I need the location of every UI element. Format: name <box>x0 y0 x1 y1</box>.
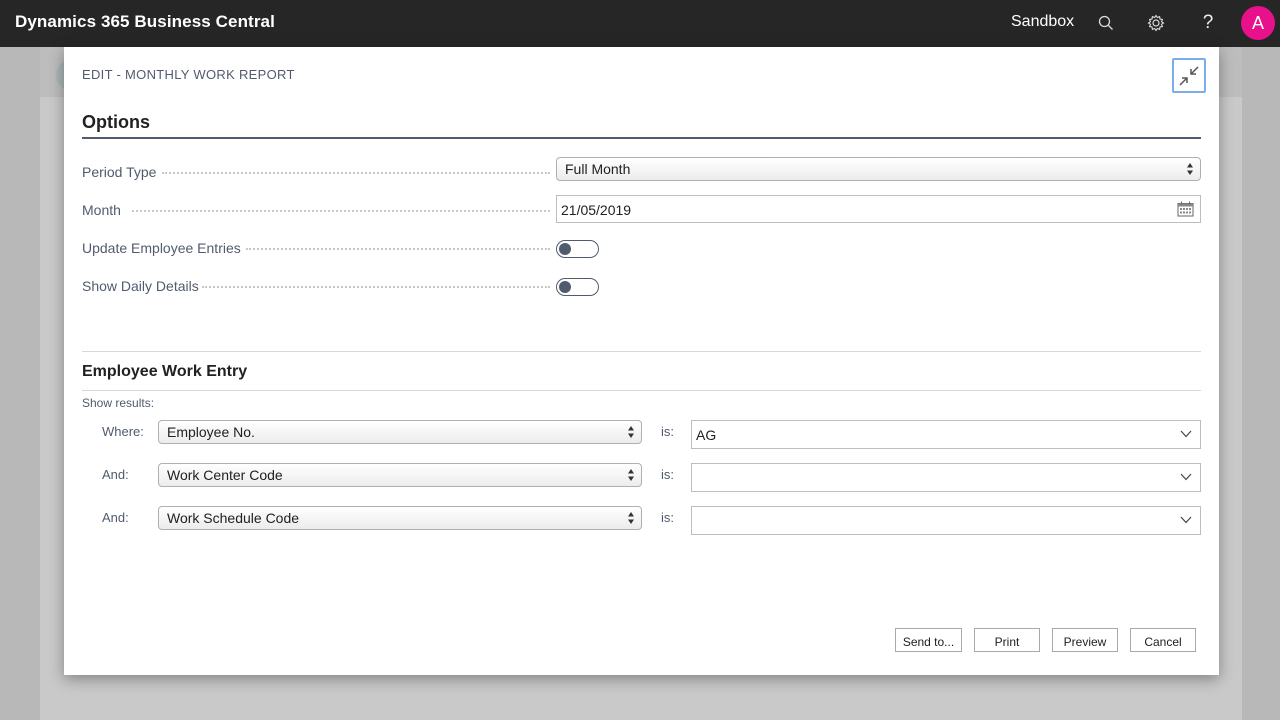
toggle-knob <box>559 281 571 293</box>
filter-field-value: Work Schedule Code <box>167 510 300 526</box>
environment-label: Sandbox <box>1011 13 1075 30</box>
show-daily-details-leader-dots <box>202 286 550 288</box>
filter-field-select[interactable]: Work Schedule Code <box>158 506 642 530</box>
filter-connector-label: And: <box>102 467 129 482</box>
print-button[interactable]: Print <box>974 628 1040 652</box>
calendar-icon[interactable] <box>1177 201 1194 217</box>
chevron-down-icon[interactable] <box>1180 430 1192 438</box>
filter-value-input[interactable] <box>691 463 1201 492</box>
options-heading: Options <box>82 112 150 132</box>
period-type-leader-dots <box>162 172 550 174</box>
toggle-knob <box>559 243 571 255</box>
is-label: is: <box>661 467 674 482</box>
top-bar: Dynamics 365 Business Central Sandbox ? … <box>0 0 1280 47</box>
section-divider-top <box>82 351 1201 352</box>
filter-value-input[interactable]: AG <box>691 420 1201 449</box>
filter-field-value: Employee No. <box>167 424 255 440</box>
employee-work-entry-heading: Employee Work Entry <box>82 363 248 380</box>
show-results-label: Show results: <box>82 396 155 410</box>
select-spinner-icon <box>628 512 634 524</box>
filter-value-input[interactable] <box>691 506 1201 535</box>
update-entries-leader-dots <box>246 248 550 250</box>
select-spinner-icon <box>628 426 634 438</box>
search-icon[interactable] <box>1094 11 1118 35</box>
update-employee-entries-label: Update Employee Entries <box>82 240 241 256</box>
month-label: Month <box>82 202 121 218</box>
select-spinner-icon <box>628 469 634 481</box>
chevron-down-icon[interactable] <box>1180 516 1192 524</box>
filter-connector-label: Where: <box>102 424 144 439</box>
period-type-label: Period Type <box>82 164 157 180</box>
chevron-down-icon[interactable] <box>1180 473 1192 481</box>
period-type-value: Full Month <box>565 161 631 177</box>
show-daily-details-toggle[interactable] <box>556 278 599 296</box>
filter-field-value: Work Center Code <box>167 467 283 483</box>
month-date-input[interactable]: 21/05/2019 <box>556 195 1201 223</box>
filter-connector-label: And: <box>102 510 129 525</box>
options-divider <box>82 137 1201 139</box>
filter-field-select[interactable]: Employee No. <box>158 420 642 444</box>
send-to-button[interactable]: Send to... <box>895 628 962 652</box>
is-label: is: <box>661 424 674 439</box>
user-avatar[interactable]: A <box>1241 6 1275 40</box>
cancel-button[interactable]: Cancel <box>1130 628 1196 652</box>
settings-gear-icon[interactable] <box>1144 11 1168 35</box>
section-divider-bottom <box>82 390 1201 391</box>
help-icon[interactable]: ? <box>1196 11 1220 35</box>
filter-field-select[interactable]: Work Center Code <box>158 463 642 487</box>
report-request-dialog: EDIT - MONTHLY WORK REPORT Options Perio… <box>64 47 1219 675</box>
month-value: 21/05/2019 <box>561 202 632 218</box>
select-spinner-icon <box>1187 163 1193 175</box>
app-title[interactable]: Dynamics 365 Business Central <box>15 12 275 32</box>
filter-value: AG <box>696 427 717 443</box>
collapse-dialog-button[interactable] <box>1172 58 1206 93</box>
is-label: is: <box>661 510 674 525</box>
update-employee-entries-toggle[interactable] <box>556 240 599 258</box>
collapse-arrows-icon <box>1179 65 1199 86</box>
show-daily-details-label: Show Daily Details <box>82 278 199 294</box>
dialog-title: EDIT - MONTHLY WORK REPORT <box>82 67 295 82</box>
month-leader-dots <box>132 210 550 212</box>
period-type-select[interactable]: Full Month <box>556 157 1201 181</box>
preview-button[interactable]: Preview <box>1052 628 1118 652</box>
